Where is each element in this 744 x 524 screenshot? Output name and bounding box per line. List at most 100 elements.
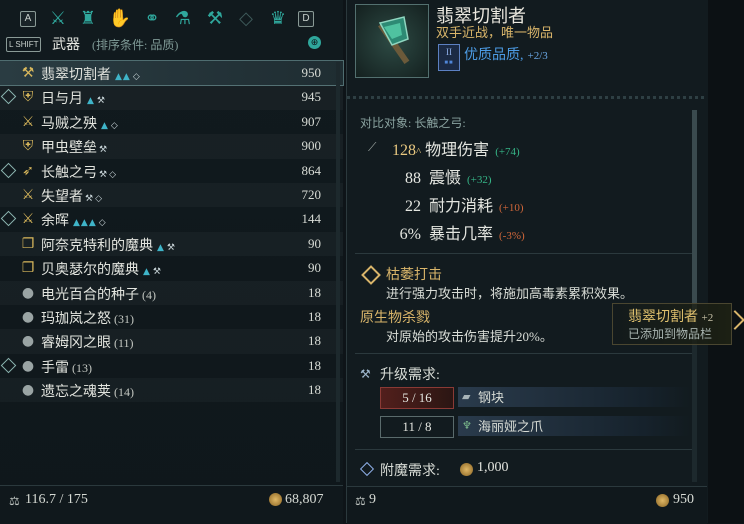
item-value: 950 [301, 65, 322, 80]
list-item[interactable]: ● 电光百合的种子 (4) 18 [0, 281, 343, 305]
item-name: 马贼之殃 [41, 116, 97, 132]
tier-badge: II ■■ [438, 44, 460, 71]
list-item[interactable]: ● 手雷 (13) 18 [0, 354, 343, 378]
claw-icon: ♆ [462, 419, 472, 432]
material-count-insufficient: 5 / 16 [380, 387, 454, 409]
item-name: 电光百合的种子 [41, 287, 139, 303]
item-name-cell: 甲虫壁垒 ⚒ [41, 137, 107, 157]
stat-row: 22 耐力消耗 (+10) [395, 192, 524, 216]
gold-amount: 68,807 [285, 492, 324, 507]
upgrade-level-icon: ▲▲▲ [73, 218, 97, 229]
steel-ingot-icon: ▰ [462, 390, 471, 403]
item-name: 长触之弓 [41, 165, 97, 181]
stat-value: 128 [392, 142, 416, 159]
category-consumables-icon[interactable]: ⚗ [171, 6, 195, 30]
item-weight: 9 [369, 492, 376, 507]
stat-label: 暴击几率 [429, 226, 494, 243]
carry-weight: 116.7 / 175 [25, 492, 88, 507]
tier-dots-icon: ■■ [444, 60, 454, 66]
toast-note: 已添加到物品栏 [628, 327, 713, 341]
list-item[interactable]: ● 睿姆冈之眼 (11) 18 [0, 329, 343, 353]
perk-name: 原生物杀戮 [360, 311, 430, 326]
weapon-skill-description: 进行强力攻击时，将施加高毒素累积效果。 [386, 286, 634, 301]
stat-delta: (+74) [495, 146, 520, 158]
item-name-cell: 手雷 (13) [41, 357, 92, 377]
category-gauntlet-icon[interactable]: ✋ [108, 6, 132, 30]
stat-delta: (-3%) [499, 230, 525, 242]
item-value: 90 [308, 260, 321, 276]
list-item[interactable]: ⚒ 翡翠切割者 ▲▲ ◇ 950 [0, 59, 344, 87]
equipped-diamond-icon [0, 357, 17, 373]
item-name: 余晖 [41, 214, 69, 230]
enchant-slot-icon: ◇ [98, 218, 106, 229]
item-count: (11) [114, 336, 134, 351]
category-crown-icon[interactable]: ♛ [266, 6, 290, 30]
item-name: 手雷 [41, 360, 69, 376]
compare-label: 对比对象: 长触之弓: [360, 116, 466, 130]
item-value: 90 [308, 235, 321, 251]
detail-scrollbar-thumb[interactable] [692, 110, 697, 310]
item-count: (31) [114, 311, 134, 326]
list-item[interactable]: ❐ 贝奥瑟尔的魔典 ▲ ⚒ 90 [0, 256, 343, 280]
item-type-icon: ● [21, 382, 35, 399]
perk-description: 对原始的攻击伤害提升20%。 [386, 329, 553, 344]
upgrade-level-icon: ▲▲ [115, 72, 131, 82]
list-item[interactable]: ● 遗忘之魂荚 (14) 18 [0, 378, 343, 402]
quality-level: +2/3 [527, 50, 548, 62]
list-item[interactable]: ⛨ 甲虫壁垒 ⚒ 900 [0, 134, 343, 158]
shift-key-hint[interactable]: L SHIFT [6, 37, 42, 52]
category-armor-icon[interactable]: ♜ [76, 6, 100, 30]
weight-icon: ⚖ [9, 494, 20, 508]
item-name-cell: 阿奈克特利的魔典 ▲ ⚒ [41, 235, 175, 255]
category-rings-icon[interactable]: ⚭ [140, 6, 164, 30]
list-item[interactable]: ● 玛珈岚之怒 (31) 18 [0, 305, 343, 329]
item-value: 18 [308, 333, 321, 349]
sort-label: (排序条件: 品质) [92, 38, 179, 52]
category-gem-icon[interactable]: ◇ [234, 6, 258, 30]
item-type-icon: ● [21, 333, 35, 350]
category-anvil-icon[interactable]: ⚒ [203, 6, 227, 30]
equipped-diamond-icon [0, 211, 17, 227]
upgrade-level-icon: ▲ [143, 267, 151, 278]
list-item[interactable]: ⚔ 马贼之殃 ▲ ◇ 907 [0, 110, 343, 134]
equipped-diamond-icon [0, 89, 17, 105]
prev-category-key[interactable]: A [20, 11, 36, 27]
stat-row: 88 震慑 (+32) [395, 164, 492, 188]
item-value: 907 [301, 113, 322, 129]
item-value: 18 [308, 382, 321, 398]
upgrade-level-icon: ▲ [157, 242, 165, 253]
item-type-icon: ➶ [22, 162, 34, 179]
item-name-cell: 失望者 ⚒ ◇ [41, 186, 102, 206]
item-name-cell: 长触之弓 ⚒ ◇ [41, 162, 116, 182]
gold-coin-icon [656, 494, 669, 507]
item-name: 翡翠切割者 [41, 68, 111, 83]
stat-value: 88 [405, 170, 421, 187]
item-thumbnail [355, 4, 429, 78]
category-bar: A ⚔ ♜ ✋ ⚭ ⚗ ⚒ ◇ ♛ D [0, 0, 343, 34]
item-type: 双手近战，唯一物品 [436, 25, 554, 40]
list-item[interactable]: ⚔ 失望者 ⚒ ◇ 720 [0, 183, 343, 207]
item-value: 144 [301, 211, 322, 227]
list-item[interactable]: ❐ 阿奈克特利的魔典 ▲ ⚒ 90 [0, 232, 343, 256]
sort-toggle-icon[interactable]: ⊕ [308, 36, 321, 49]
category-weapons-icon[interactable]: ⚔ [46, 6, 70, 30]
stat-label: 耐力消耗 [429, 198, 494, 215]
list-item[interactable]: ⛨ 日与月 ▲ ⚒ 945 [0, 85, 343, 109]
next-category-key[interactable]: D [298, 11, 314, 27]
quality-text: 优质品质, [464, 48, 524, 63]
stat-value: 22 [405, 198, 421, 215]
list-item[interactable]: ➶ 长触之弓 ⚒ ◇ 864 [0, 159, 343, 183]
list-item[interactable]: ⚔ 余晖 ▲▲▲ ◇ 144 [0, 207, 343, 231]
item-name: 日与月 [41, 92, 83, 108]
item-name: 贝奥瑟尔的魔典 [41, 263, 139, 279]
anvil-icon: ⚒ [96, 96, 105, 107]
stat-row: 128^ 物理伤害 (+74) [388, 136, 520, 160]
item-name-cell: 睿姆冈之眼 (11) [41, 332, 134, 352]
toast-item-level: +2 [701, 312, 714, 324]
enchant-slot-icon: ◇ [95, 193, 102, 204]
item-list: ⚒ 翡翠切割者 ▲▲ ◇ 950 ⛨ 日与月 ▲ ⚒ 945 ⚔ 马贼之殃 ▲ ◇ 907 ⛨ 甲虫壁垒 ⚒ 900… [0, 59, 344, 402]
item-count: (4) [142, 287, 156, 302]
item-name: 遗忘之魂荚 [41, 385, 111, 401]
anvil-icon: ⚒ [360, 367, 371, 381]
list-scrollbar[interactable] [336, 62, 340, 482]
